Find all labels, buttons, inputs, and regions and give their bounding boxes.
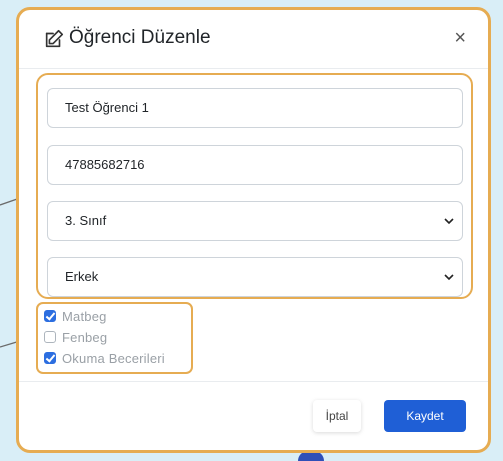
course-checkbox-fenbeg[interactable]: Fenbeg <box>44 328 107 346</box>
course-checkbox-group: Matbeg Fenbeg Okuma Becerileri <box>36 302 193 374</box>
gender-select-value: Erkek <box>65 269 99 284</box>
course-checkbox-okuma-becerileri[interactable]: Okuma Becerileri <box>44 349 165 367</box>
student-id-value: 47885682716 <box>65 157 145 172</box>
student-id-input[interactable]: 47885682716 <box>47 145 463 185</box>
edit-icon <box>45 29 64 48</box>
check-icon[interactable] <box>44 352 56 364</box>
check-icon[interactable] <box>44 310 56 322</box>
checkbox-empty[interactable] <box>44 331 56 343</box>
course-label: Matbeg <box>62 308 107 324</box>
student-name-input[interactable]: Test Öğrenci 1 <box>47 88 463 128</box>
save-button[interactable]: Kaydet <box>384 400 466 432</box>
modal-header: Öğrenci Düzenle × <box>19 10 488 69</box>
form-fields-group: Test Öğrenci 1 47885682716 3. Sınıf Erke… <box>36 73 473 299</box>
course-checkbox-matbeg[interactable]: Matbeg <box>44 307 107 325</box>
cancel-button[interactable]: İptal <box>313 400 361 432</box>
chevron-down-icon <box>444 202 454 256</box>
close-icon[interactable]: × <box>454 27 466 50</box>
course-label: Okuma Becerileri <box>62 350 165 366</box>
class-select-value: 3. Sınıf <box>65 213 107 228</box>
chevron-down-icon <box>444 258 454 312</box>
class-select[interactable]: 3. Sınıf <box>47 201 463 241</box>
course-label: Fenbeg <box>62 329 108 345</box>
modal-footer: İptal Kaydet <box>19 381 488 450</box>
gender-select[interactable]: Erkek <box>47 257 463 297</box>
edit-student-modal: Öğrenci Düzenle × Test Öğrenci 1 4788568… <box>16 7 491 453</box>
modal-title: Öğrenci Düzenle <box>69 27 211 48</box>
student-name-value: Test Öğrenci 1 <box>65 100 149 115</box>
